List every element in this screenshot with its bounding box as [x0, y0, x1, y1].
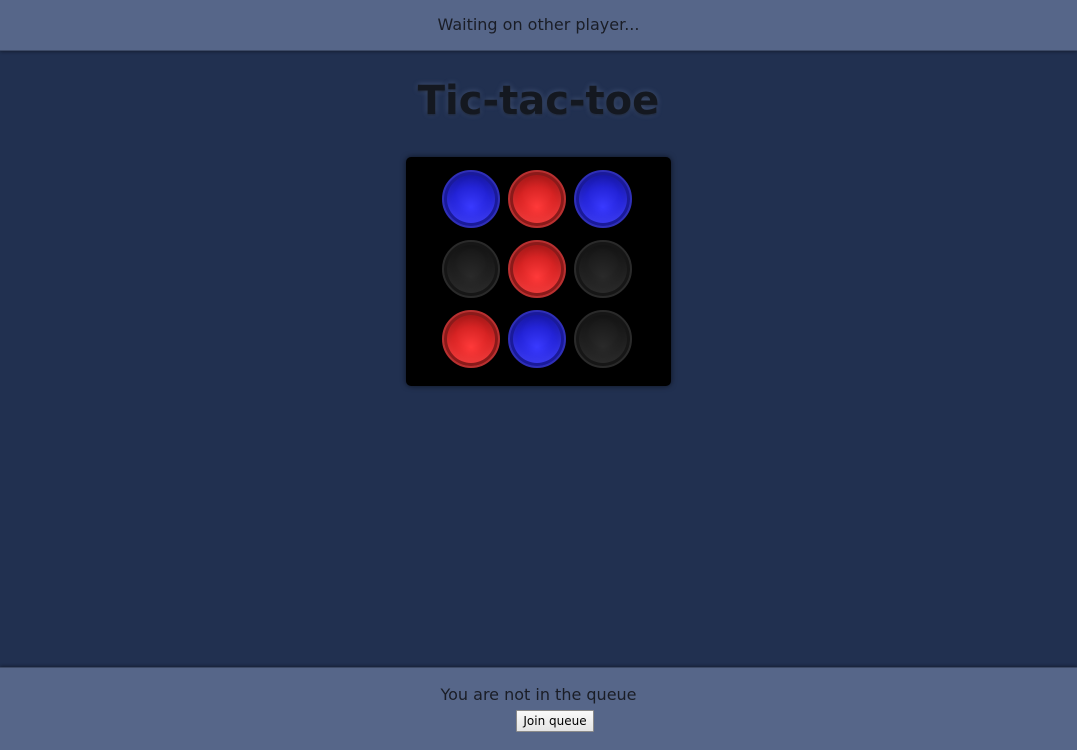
queue-status: You are not in the queue: [440, 685, 637, 704]
board-cell-1-1[interactable]: [508, 240, 566, 298]
board-cell-1-0[interactable]: [442, 240, 500, 298]
queue-bar: You are not in the queue Join queue: [0, 667, 1077, 750]
game-board: [406, 157, 671, 386]
board-cell-0-0[interactable]: [442, 170, 500, 228]
board-cell-0-2[interactable]: [574, 170, 632, 228]
join-queue-button[interactable]: Join queue: [516, 710, 594, 732]
board-cell-0-1[interactable]: [508, 170, 566, 228]
status-bar: Waiting on other player...: [0, 0, 1077, 51]
board-cell-2-0[interactable]: [442, 310, 500, 368]
page-title: Tic-tac-toe: [417, 78, 660, 124]
board-cell-1-2[interactable]: [574, 240, 632, 298]
status-message: Waiting on other player...: [437, 15, 640, 34]
board-cell-2-2[interactable]: [574, 310, 632, 368]
board-cell-2-1[interactable]: [508, 310, 566, 368]
